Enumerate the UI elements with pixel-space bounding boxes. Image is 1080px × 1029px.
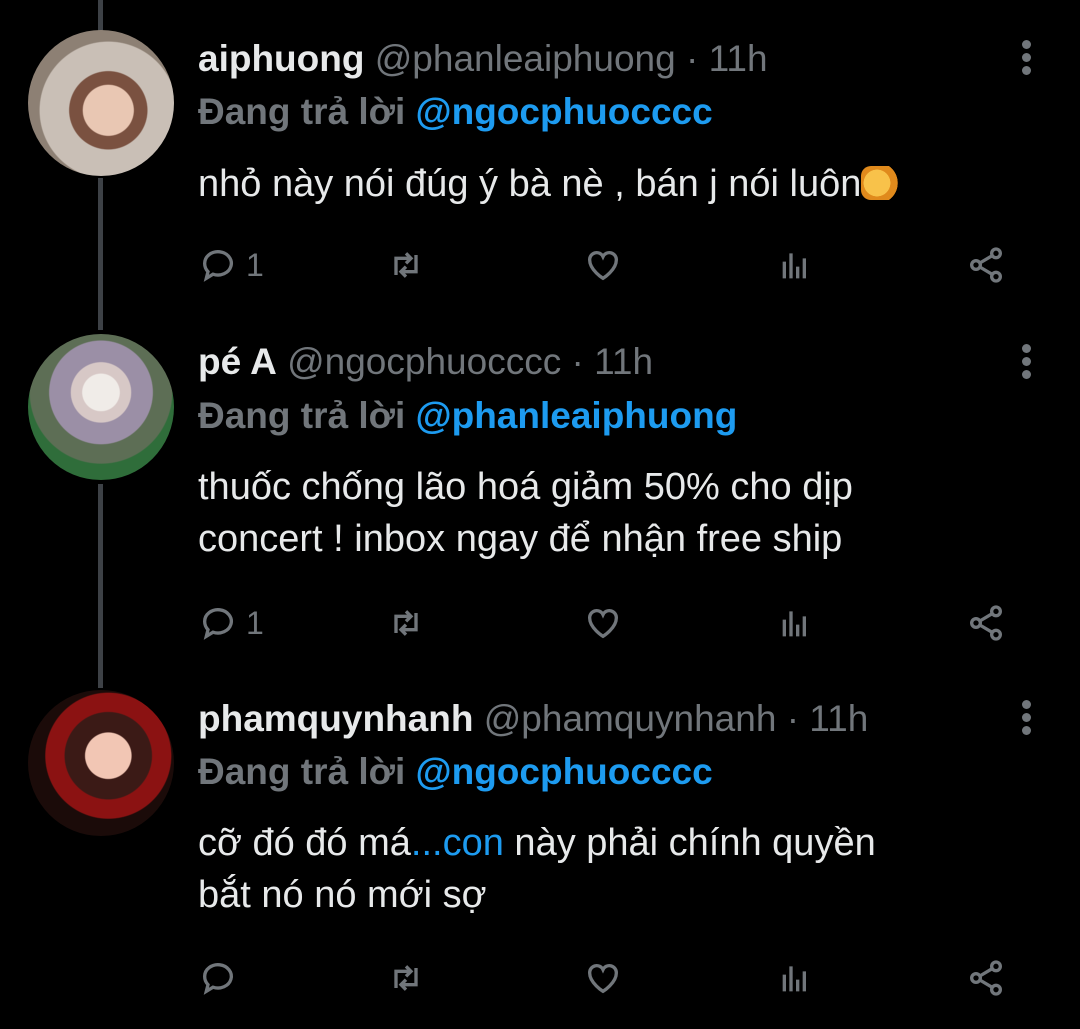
mention-link[interactable]: @phanleaiphuong bbox=[416, 395, 738, 436]
reply-icon bbox=[203, 963, 233, 995]
retweet-icon bbox=[394, 252, 418, 278]
replying-prefix: Đang trả lời bbox=[198, 395, 406, 436]
fist-emoji bbox=[861, 166, 902, 200]
tweet-header: pé A @ngocphuocccc · 11h bbox=[198, 340, 653, 384]
replying-prefix: Đang trả lời bbox=[198, 751, 406, 792]
reply-button[interactable]: 1 bbox=[198, 601, 264, 645]
tweet-text: nhỏ này nói đúg ý bà nè , bán j nói luôn bbox=[198, 158, 1038, 210]
user-handle[interactable]: @ngocphuocccc bbox=[287, 341, 561, 382]
timestamp[interactable]: 11h bbox=[594, 341, 653, 382]
tweet-text-content: cỡ đó đó má bbox=[198, 822, 411, 864]
share-icon bbox=[970, 605, 1002, 641]
timestamp[interactable]: 11h bbox=[809, 698, 868, 739]
thread-line bbox=[98, 178, 103, 330]
more-icon[interactable] bbox=[1022, 344, 1034, 380]
tweet-actions: 1 bbox=[198, 243, 1018, 287]
tweet-text: cỡ đó đó má...con này phải chính quyền b… bbox=[198, 817, 1038, 921]
reply-count: 1 bbox=[246, 246, 264, 283]
views-icon bbox=[782, 966, 806, 992]
more-icon[interactable] bbox=[1022, 700, 1034, 736]
timestamp[interactable]: 11h bbox=[709, 38, 768, 79]
like-icon bbox=[588, 963, 618, 994]
reply-button[interactable] bbox=[198, 956, 246, 1000]
replying-to: Đang trả lời @phanleaiphuong bbox=[198, 394, 737, 438]
like-button[interactable] bbox=[583, 243, 623, 287]
share-button[interactable] bbox=[966, 956, 1006, 1000]
retweet-icon bbox=[394, 965, 418, 991]
replying-to: Đang trả lời @ngocphuocccc bbox=[198, 90, 713, 134]
retweet-button[interactable] bbox=[386, 243, 426, 287]
avatar[interactable] bbox=[28, 690, 174, 836]
tweet-actions: 1 bbox=[198, 601, 1018, 645]
tweet-text-content: nhỏ này nói đúg ý bà nè , bán j nói luôn bbox=[198, 163, 862, 205]
reply-button[interactable]: 1 bbox=[198, 243, 264, 287]
like-icon bbox=[588, 608, 618, 639]
reply-icon bbox=[203, 608, 233, 640]
reply-icon bbox=[203, 250, 233, 282]
like-button[interactable] bbox=[583, 956, 623, 1000]
tweet-header: aiphuong @phanleaiphuong · 11h bbox=[198, 37, 768, 81]
views-button[interactable] bbox=[776, 601, 816, 645]
tweet-text: thuốc chống lão hoá giảm 50% cho dịp con… bbox=[198, 461, 1038, 565]
views-icon bbox=[782, 253, 806, 279]
replying-prefix: Đang trả lời bbox=[198, 91, 406, 132]
tweet-text-content: này phải chính quyền bbox=[503, 822, 876, 864]
retweet-icon bbox=[394, 610, 418, 636]
show-more-link[interactable]: ...con bbox=[411, 822, 504, 864]
tweet-text-line: bắt nó nó mới sợ bbox=[198, 874, 487, 916]
mention-link[interactable]: @ngocphuocccc bbox=[416, 751, 713, 792]
separator-dot: · bbox=[685, 38, 699, 79]
tweet-text-line: cỡ đó đó má...con này phải chính quyền bbox=[198, 817, 1038, 869]
display-name[interactable]: phamquynhanh bbox=[198, 698, 473, 739]
retweet-button[interactable] bbox=[386, 601, 426, 645]
share-icon bbox=[970, 960, 1002, 996]
like-button[interactable] bbox=[583, 601, 623, 645]
avatar[interactable] bbox=[28, 334, 174, 480]
display-name[interactable]: pé A bbox=[198, 341, 277, 382]
thread-line bbox=[98, 0, 103, 32]
share-icon bbox=[970, 247, 1002, 283]
tweet-actions bbox=[198, 956, 1018, 1000]
thread-line bbox=[98, 484, 103, 688]
retweet-button[interactable] bbox=[386, 956, 426, 1000]
share-button[interactable] bbox=[966, 601, 1006, 645]
reply-count: 1 bbox=[246, 604, 264, 641]
separator-dot: · bbox=[786, 698, 800, 739]
views-button[interactable] bbox=[776, 243, 816, 287]
tweet-text-line: concert ! inbox ngay để nhận free ship bbox=[198, 518, 843, 560]
user-handle[interactable]: @phanleaiphuong bbox=[375, 38, 676, 79]
user-handle[interactable]: @phamquynhanh bbox=[484, 698, 777, 739]
separator-dot: · bbox=[571, 341, 584, 382]
display-name[interactable]: aiphuong bbox=[198, 38, 364, 79]
views-icon bbox=[782, 611, 806, 637]
avatar[interactable] bbox=[28, 30, 174, 176]
replying-to: Đang trả lời @ngocphuocccc bbox=[198, 750, 713, 794]
tweet-header: phamquynhanh @phamquynhanh · 11h bbox=[198, 697, 868, 741]
share-button[interactable] bbox=[966, 243, 1006, 287]
tweet-text-line: thuốc chống lão hoá giảm 50% cho dịp bbox=[198, 466, 853, 508]
more-icon[interactable] bbox=[1022, 40, 1034, 76]
like-icon bbox=[588, 250, 618, 281]
views-button[interactable] bbox=[776, 956, 816, 1000]
mention-link[interactable]: @ngocphuocccc bbox=[416, 91, 713, 132]
